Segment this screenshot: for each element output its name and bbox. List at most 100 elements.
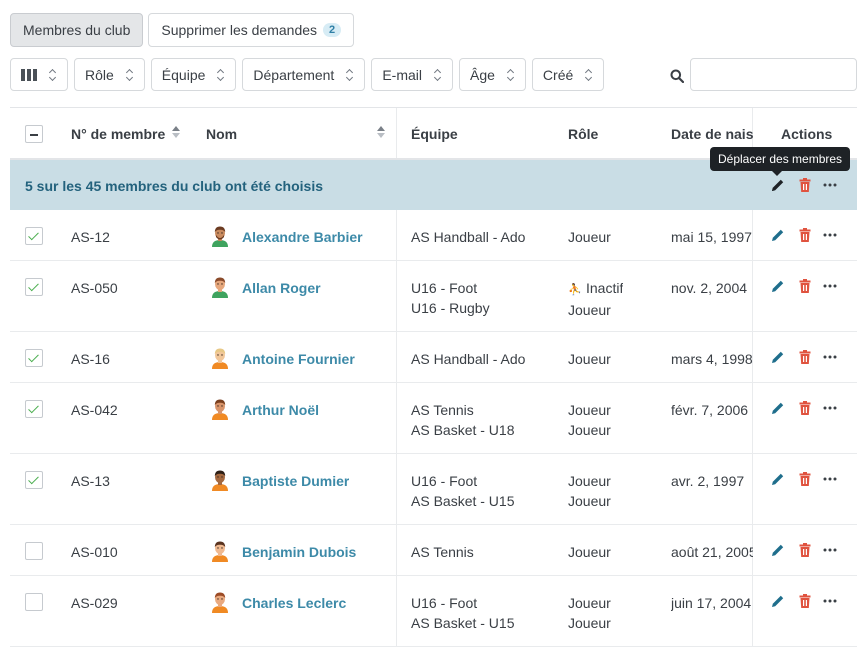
role-value: Joueur (568, 542, 611, 562)
filter-role[interactable]: Rôle (74, 58, 145, 91)
header-birth-date: Date de naissance (671, 126, 753, 142)
tab-club-members[interactable]: Membres du club (10, 13, 144, 47)
columns-icon (21, 68, 37, 81)
filter-team[interactable]: Équipe (150, 58, 237, 91)
table-row[interactable]: AS-029 Charles Leclerc U16 - Foot AS Bask… (10, 576, 857, 647)
role-text: Joueur (568, 422, 611, 438)
role-cell: Joueur (568, 349, 611, 369)
row-checkbox[interactable] (25, 593, 43, 611)
sort-member-number-icon[interactable] (172, 126, 180, 138)
role-value: Joueur (568, 613, 611, 633)
team-cell: U16 - Foot AS Basket - U15 (411, 471, 515, 511)
sort-name-icon[interactable] (377, 126, 385, 138)
edit-icon[interactable] (770, 227, 786, 243)
trash-icon[interactable] (797, 542, 813, 558)
edit-icon[interactable] (770, 542, 786, 558)
team-value: U16 - Foot (411, 280, 478, 296)
team-value: AS Basket - U15 (411, 493, 515, 509)
member-name-link[interactable]: Alexandre Barbier (242, 227, 363, 247)
more-options-icon[interactable] (822, 349, 838, 365)
bulk-delete-trash-icon[interactable] (797, 177, 813, 193)
row-checkbox[interactable] (25, 278, 43, 296)
table-row[interactable]: AS-12 Alexandre Barbier AS Handball - Ad… (10, 210, 857, 261)
search-icon (670, 69, 684, 83)
header-name[interactable]: Nom (206, 126, 237, 142)
tab-delete-requests[interactable]: Supprimer les demandes 2 (148, 13, 355, 47)
row-checkbox[interactable] (25, 400, 43, 418)
select-all-checkbox[interactable] (25, 125, 43, 143)
role-text: Joueur (568, 615, 611, 631)
role-text: Joueur (568, 493, 611, 509)
trash-icon[interactable] (797, 278, 813, 294)
member-name-link[interactable]: Antoine Fournier (242, 349, 355, 369)
role-value: Joueur (568, 227, 611, 247)
team-value: AS Handball - Ado (411, 351, 526, 367)
member-name-link[interactable]: Charles Leclerc (242, 593, 346, 613)
more-options-icon[interactable] (822, 227, 838, 243)
trash-icon[interactable] (797, 349, 813, 365)
filter-department-label: Département (253, 66, 335, 83)
member-name-link[interactable]: Baptiste Dumier (242, 471, 349, 491)
more-options-icon[interactable] (822, 471, 838, 487)
edit-icon[interactable] (770, 278, 786, 294)
member-name-link[interactable]: Benjamin Dubois (242, 542, 356, 562)
edit-icon[interactable] (770, 471, 786, 487)
trash-icon[interactable] (797, 593, 813, 609)
more-options-icon[interactable] (822, 542, 838, 558)
edit-icon[interactable] (770, 349, 786, 365)
table-row[interactable]: AS-050 Allan Roger U16 - Foot U16 - Rugby… (10, 261, 857, 332)
columns-selector-button[interactable] (10, 58, 68, 91)
row-checkbox[interactable] (25, 542, 43, 560)
role-value: Joueur (568, 420, 611, 440)
role-value: Joueur (568, 400, 611, 420)
edit-icon[interactable] (770, 593, 786, 609)
filter-age[interactable]: Âge (459, 58, 526, 91)
trash-icon[interactable] (797, 400, 813, 416)
team-cell: U16 - Foot AS Basket - U15 (411, 593, 515, 633)
team-value: AS Basket - U15 (411, 615, 515, 631)
role-text: Joueur (568, 473, 611, 489)
tab-club-members-label: Membres du club (23, 22, 131, 38)
row-checkbox[interactable] (25, 349, 43, 367)
chevron-updown-icon (217, 69, 225, 81)
trash-icon[interactable] (797, 227, 813, 243)
member-number: AS-010 (71, 544, 118, 560)
role-value: Joueur (568, 300, 623, 320)
table-row[interactable]: AS-010 Benjamin Dubois AS Tennis Joueur … (10, 525, 857, 576)
team-cell: AS Handball - Ado (411, 227, 525, 247)
birth-date: avr. 2, 1997 (671, 473, 745, 489)
table-row[interactable]: AS-13 Baptiste Dumier U16 - Foot AS Baske… (10, 454, 857, 525)
role-value: ⛹ Inactif (568, 278, 623, 300)
table-row[interactable]: AS-16 Antoine Fournier AS Handball - Ado… (10, 332, 857, 383)
team-value: AS Tennis (411, 544, 474, 560)
role-cell: Joueur (568, 542, 611, 562)
header-team: Équipe (411, 126, 458, 142)
row-checkbox[interactable] (25, 471, 43, 489)
filter-email[interactable]: E-mail (371, 58, 453, 91)
header-member-number[interactable]: N° de membre (71, 126, 165, 142)
edit-icon[interactable] (770, 400, 786, 416)
bulk-more-icon[interactable] (822, 177, 838, 193)
filter-created[interactable]: Créé (531, 58, 605, 91)
birth-date: juin 17, 2004 (671, 595, 752, 611)
row-checkbox[interactable] (25, 227, 43, 245)
role-cell: ⛹ Inactif Joueur (568, 278, 623, 320)
team-cell: AS Tennis (411, 542, 474, 562)
more-options-icon[interactable] (822, 400, 838, 416)
member-name-link[interactable]: Allan Roger (242, 278, 321, 298)
members-table: N° de membre Nom Équipe Rôle Date de nai… (10, 107, 857, 647)
birth-date: févr. 7, 2006 (671, 402, 749, 418)
trash-icon[interactable] (797, 471, 813, 487)
search-input[interactable] (690, 58, 857, 91)
more-options-icon[interactable] (822, 593, 838, 609)
header-role: Rôle (568, 126, 599, 142)
member-name-link[interactable]: Arthur Noël (242, 400, 319, 420)
header-actions: Actions (781, 126, 833, 142)
member-number: AS-13 (71, 473, 110, 489)
move-members-edit-icon[interactable] (770, 177, 786, 193)
role-text: Joueur (568, 402, 611, 418)
more-options-icon[interactable] (822, 278, 838, 294)
table-row[interactable]: AS-042 Arthur Noël AS Tennis AS Basket - … (10, 383, 857, 454)
filter-department[interactable]: Département (242, 58, 366, 91)
filter-email-label: E-mail (382, 66, 422, 83)
